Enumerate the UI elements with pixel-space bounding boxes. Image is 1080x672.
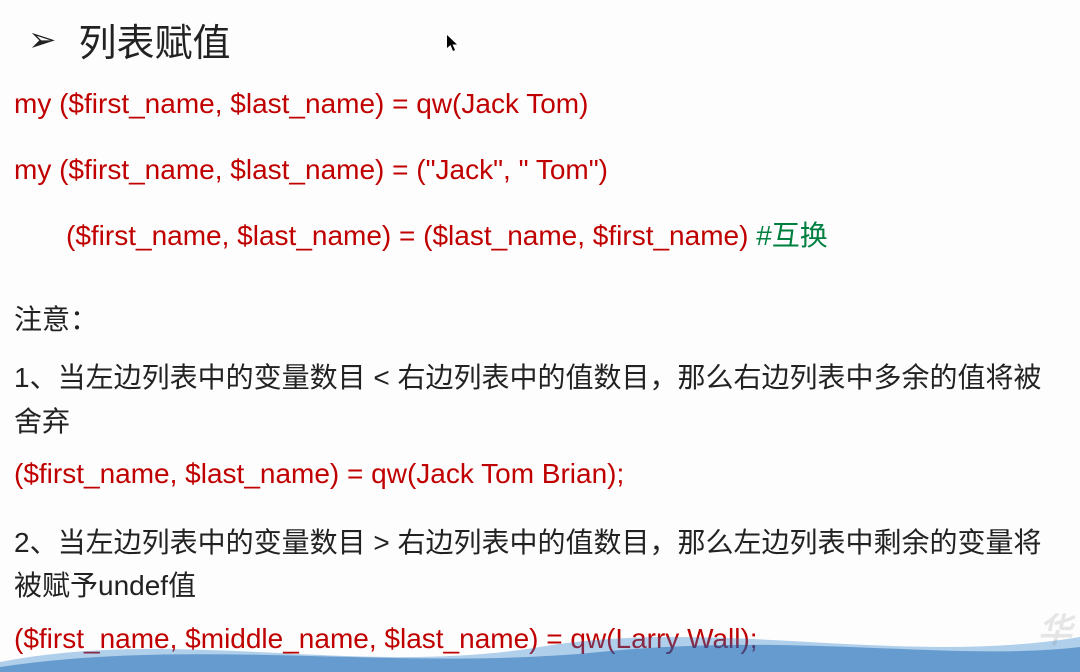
note-item-2: 2、当左边列表中的变量数目 > 右边列表中的值数目，那么左边列表中剩余的变量将被… (14, 521, 1066, 608)
code-line-3: ($first_name, $last_name) = ($last_name,… (66, 217, 1066, 255)
code-line-2: my ($first_name, $last_name) = ("Jack", … (14, 151, 1066, 189)
bullet-arrow-icon: ➢ (28, 20, 57, 60)
code-line-3-code: ($first_name, $last_name) = ($last_name,… (66, 220, 756, 251)
note-code-1: ($first_name, $last_name) = qw(Jack Tom … (14, 455, 1066, 493)
code-line-3-comment: #互换 (756, 220, 828, 251)
note-item-1: 1、当左边列表中的变量数目 < 右边列表中的值数目，那么右边列表中多余的值将被舍… (14, 356, 1066, 443)
heading-text: 列表赋值 (79, 12, 231, 67)
slide-heading: ➢ 列表赋值 (28, 12, 1066, 67)
slide-content: ➢ 列表赋值 my ($first_name, $last_name) = qw… (0, 0, 1080, 658)
notes-label: 注意： (14, 298, 1066, 338)
code-line-1: my ($first_name, $last_name) = qw(Jack T… (14, 85, 1066, 123)
note-code-2: ($first_name, $middle_name, $last_name) … (14, 620, 1066, 658)
